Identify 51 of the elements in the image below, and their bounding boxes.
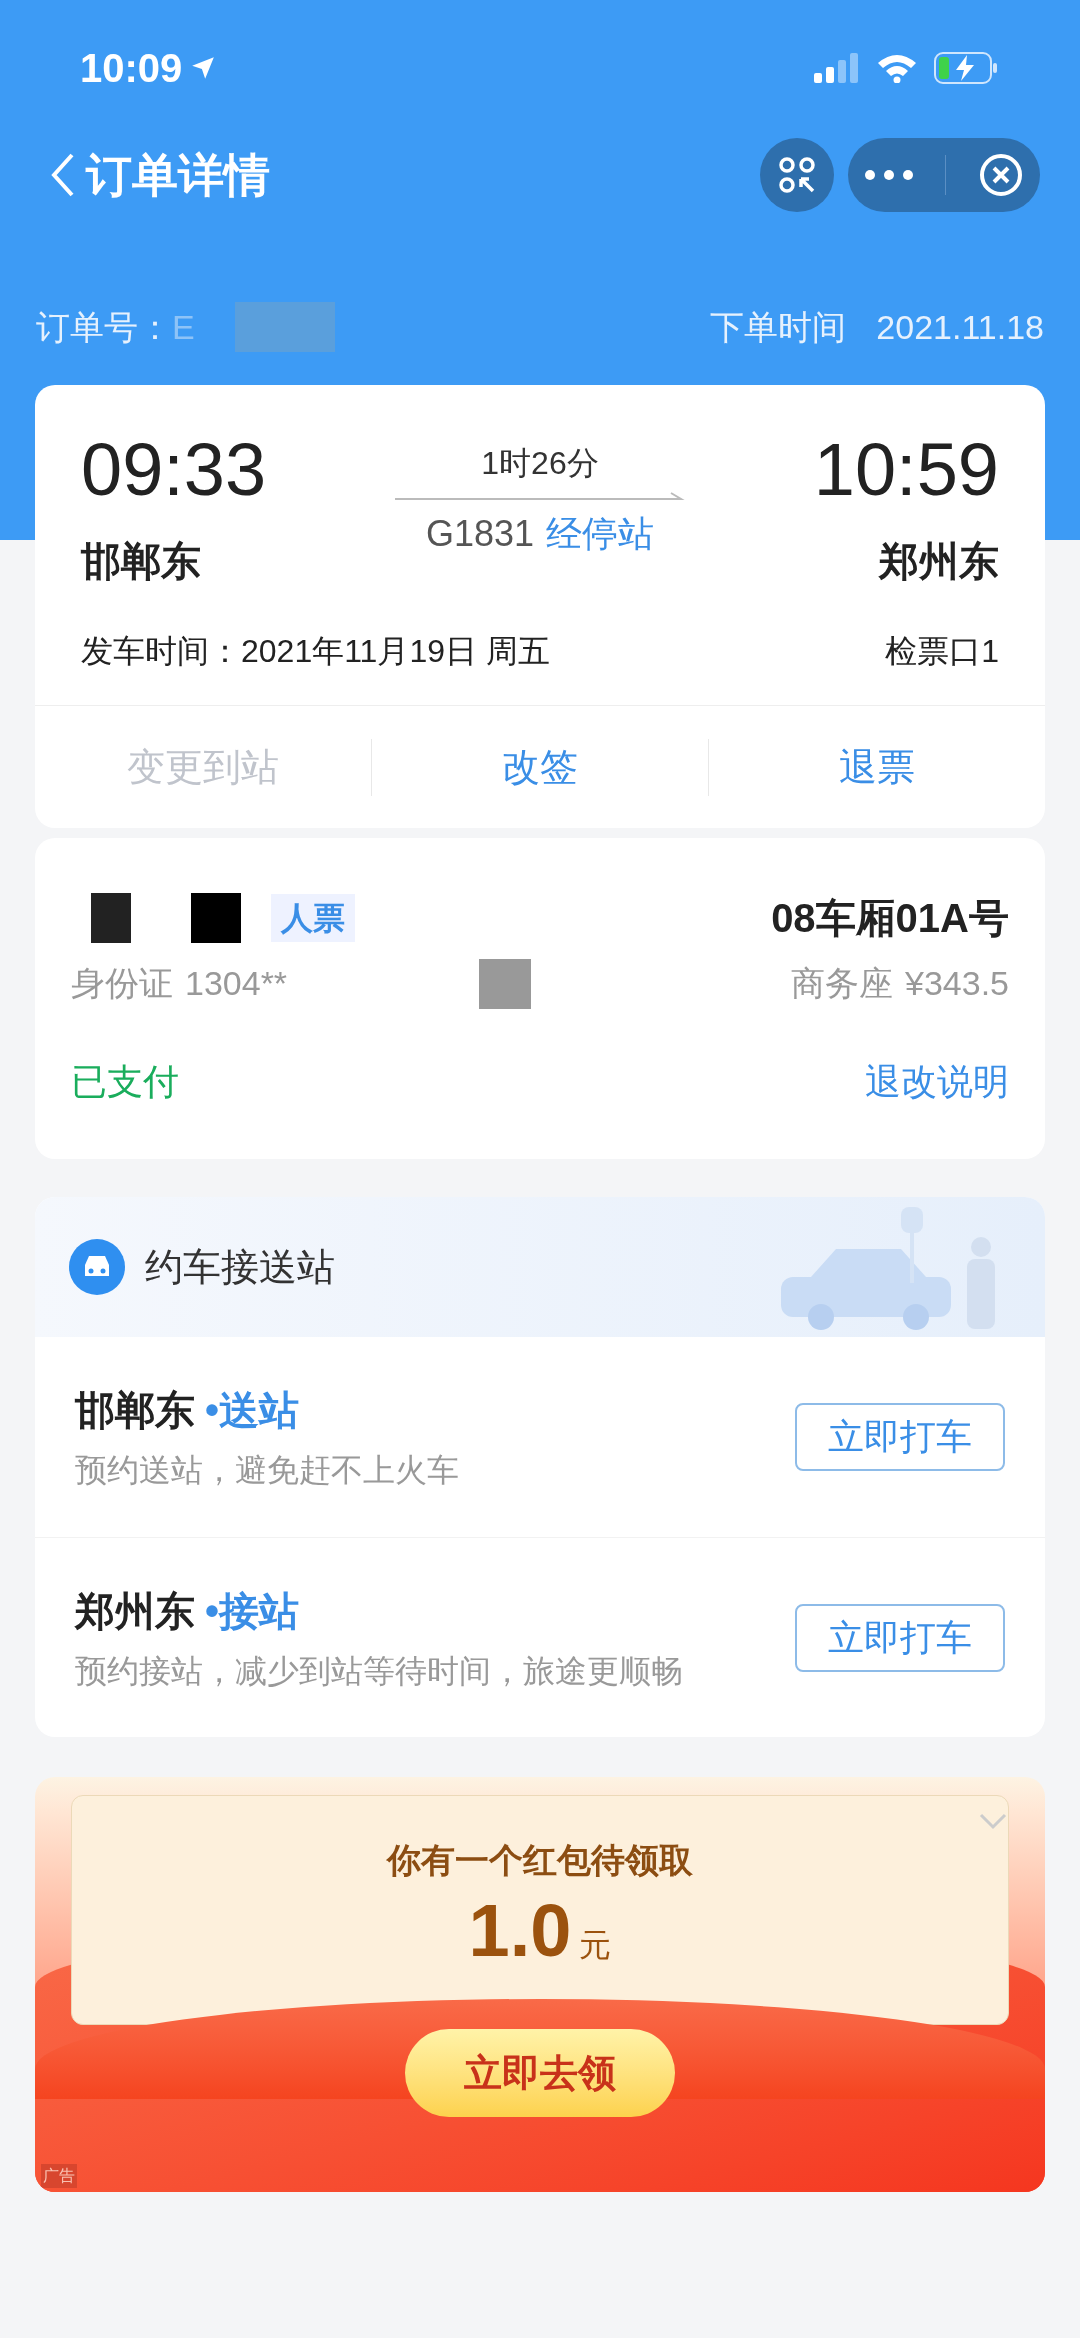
claim-button[interactable]: 立即去领 (405, 2029, 675, 2117)
departure-station: 邯郸东 (81, 538, 202, 585)
circles-arrow-icon (777, 155, 817, 195)
order-number: E (172, 306, 195, 348)
car-icon (69, 1239, 125, 1295)
order-time: 2021.11.18 (876, 306, 1044, 348)
page-title: 订单详情 (86, 147, 270, 203)
ad-label: 广告 (41, 2164, 77, 2188)
signal-icon (814, 52, 860, 83)
seat-number: 08车厢01A号 (771, 895, 1009, 942)
action-button[interactable]: 改签 (502, 738, 578, 796)
arrival-station: 郑州东 (879, 538, 999, 585)
wifi-icon (876, 52, 918, 83)
ticket-price: ¥343.5 (905, 963, 1009, 1004)
currency-unit: 元 (579, 1926, 612, 1965)
more-icon[interactable] (863, 169, 914, 181)
departure-time: 09:33 (81, 433, 267, 507)
departure-date-label: 发车时间： (81, 632, 241, 671)
payment-status: 已支付 (71, 1060, 179, 1104)
redaction-block (91, 893, 131, 943)
order-time-label: 下单时间 (710, 306, 847, 348)
id-type: 身份证 (71, 963, 173, 1004)
service-tag: •送站 (205, 1380, 299, 1440)
arrival-time: 10:59 (813, 433, 999, 507)
service-description: 预约接站，减少到站等待时间，旅途更顺畅 (75, 1651, 683, 1691)
duration: 1时26分 (481, 444, 599, 483)
close-icon[interactable] (978, 152, 1025, 198)
id-number: 1304** (185, 963, 288, 1004)
call-car-button[interactable]: 立即打车 (795, 1403, 1005, 1471)
refund-rules-link[interactable]: 退改说明 (865, 1055, 1009, 1109)
ticket-type: 人票 (271, 894, 355, 942)
car-service-title: 约车接送站 (145, 1244, 335, 1290)
stops-link[interactable]: 经停站 (546, 507, 655, 561)
service-tag: •接站 (205, 1580, 299, 1641)
status-time: 10:09 (80, 44, 183, 92)
ticket-gate: 检票口1 (885, 632, 999, 671)
call-car-button[interactable]: 立即打车 (795, 1603, 1005, 1672)
redaction-block (191, 893, 241, 943)
station-name: 郑州东 (75, 1587, 195, 1635)
action-button[interactable]: 退票 (839, 738, 915, 796)
service-description: 预约送站，避免赶不上火车 (75, 1451, 459, 1490)
redaction-block (479, 958, 532, 1009)
seat-class: 商务座 (791, 963, 893, 1004)
gift-amount: 1.0 (468, 1894, 572, 1968)
order-number-label: 订单号： (36, 306, 172, 348)
gift-title: 你有一个红包待领取 (387, 1840, 693, 1881)
location-arrow-icon (190, 54, 217, 81)
train-number: G1831 (425, 512, 535, 556)
battery-charging-icon (934, 51, 1000, 84)
station-name: 邯郸东 (75, 1387, 195, 1434)
departure-date: 2021年11月19日 周五 (241, 632, 550, 671)
